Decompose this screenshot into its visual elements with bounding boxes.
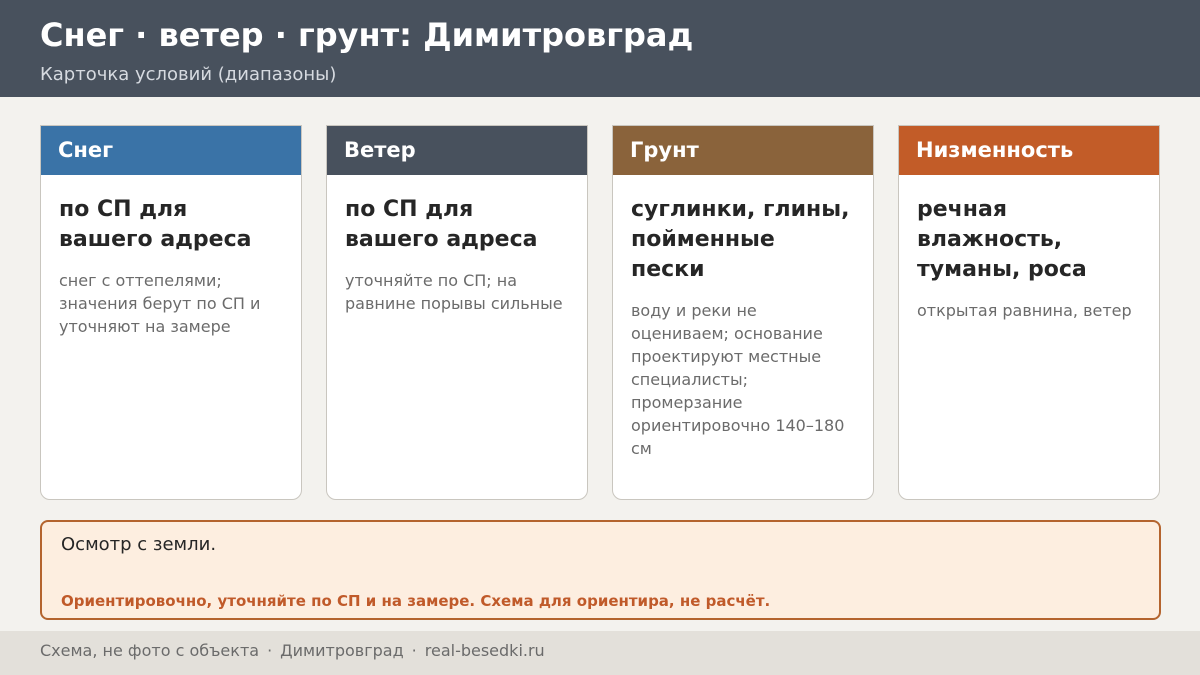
footer-disclaimer: Схема, не фото с объекта [40, 641, 260, 660]
footer-separator: · [411, 641, 417, 660]
card-wind: Ветер по СП для вашего адреса уточняйте … [326, 125, 588, 500]
card-lowland-value: речная влажность, туманы, роса [917, 197, 1087, 282]
card-ground: Грунт суглинки, глины, пойменные пески в… [612, 125, 874, 500]
page-title: Снег · ветер · грунт: Димитровград [40, 16, 694, 54]
inspection-note: Осмотр с земли. [61, 534, 217, 555]
card-ground-note: воду и реки не оцениваем; основание прое… [631, 301, 845, 458]
card-snow-note: снег с оттепелями; значения берут по СП … [59, 271, 261, 336]
card-ground-title: Грунт [613, 126, 873, 175]
card-lowland-note: открытая равнина, ветер [917, 301, 1132, 320]
card-lowland-title: Низменность [899, 126, 1159, 175]
footer-separator: · [267, 641, 273, 660]
card-wind-value: по СП для вашего адреса [345, 197, 538, 252]
inspection-note-box: Осмотр с земли. Ориентировочно, уточняйт… [40, 520, 1161, 620]
card-lowland: Низменность речная влажность, туманы, ро… [898, 125, 1160, 500]
card-wind-note: уточняйте по СП; на равнине порывы сильн… [345, 271, 563, 313]
card-snow: Снег по СП для вашего адреса снег с отте… [40, 125, 302, 500]
footer: Схема, не фото с объекта · Димитровград · re… [0, 631, 1200, 675]
footer-line: Схема, не фото с объекта · Димитровград · re… [40, 641, 545, 660]
card-snow-title: Снег [41, 126, 301, 175]
card-ground-value: суглинки, глины, пойменные пески [631, 197, 850, 282]
page-subtitle: Карточка условий (диапазоны) [40, 64, 337, 85]
conditions-cards: Снег по СП для вашего адреса снег с отте… [40, 125, 1161, 500]
footer-city: Димитровград [280, 641, 404, 660]
disclaimer-warning: Ориентировочно, уточняйте по СП и на зам… [61, 592, 771, 610]
card-wind-title: Ветер [327, 126, 587, 175]
header: Снег · ветер · грунт: Димитровград Карто… [0, 0, 1200, 97]
card-snow-value: по СП для вашего адреса [59, 197, 252, 252]
footer-site-link[interactable]: real-besedki.ru [425, 641, 545, 660]
